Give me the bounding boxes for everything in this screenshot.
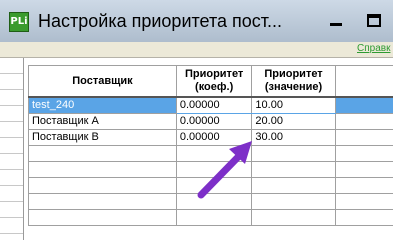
- arrow-annotation-icon: [197, 141, 252, 199]
